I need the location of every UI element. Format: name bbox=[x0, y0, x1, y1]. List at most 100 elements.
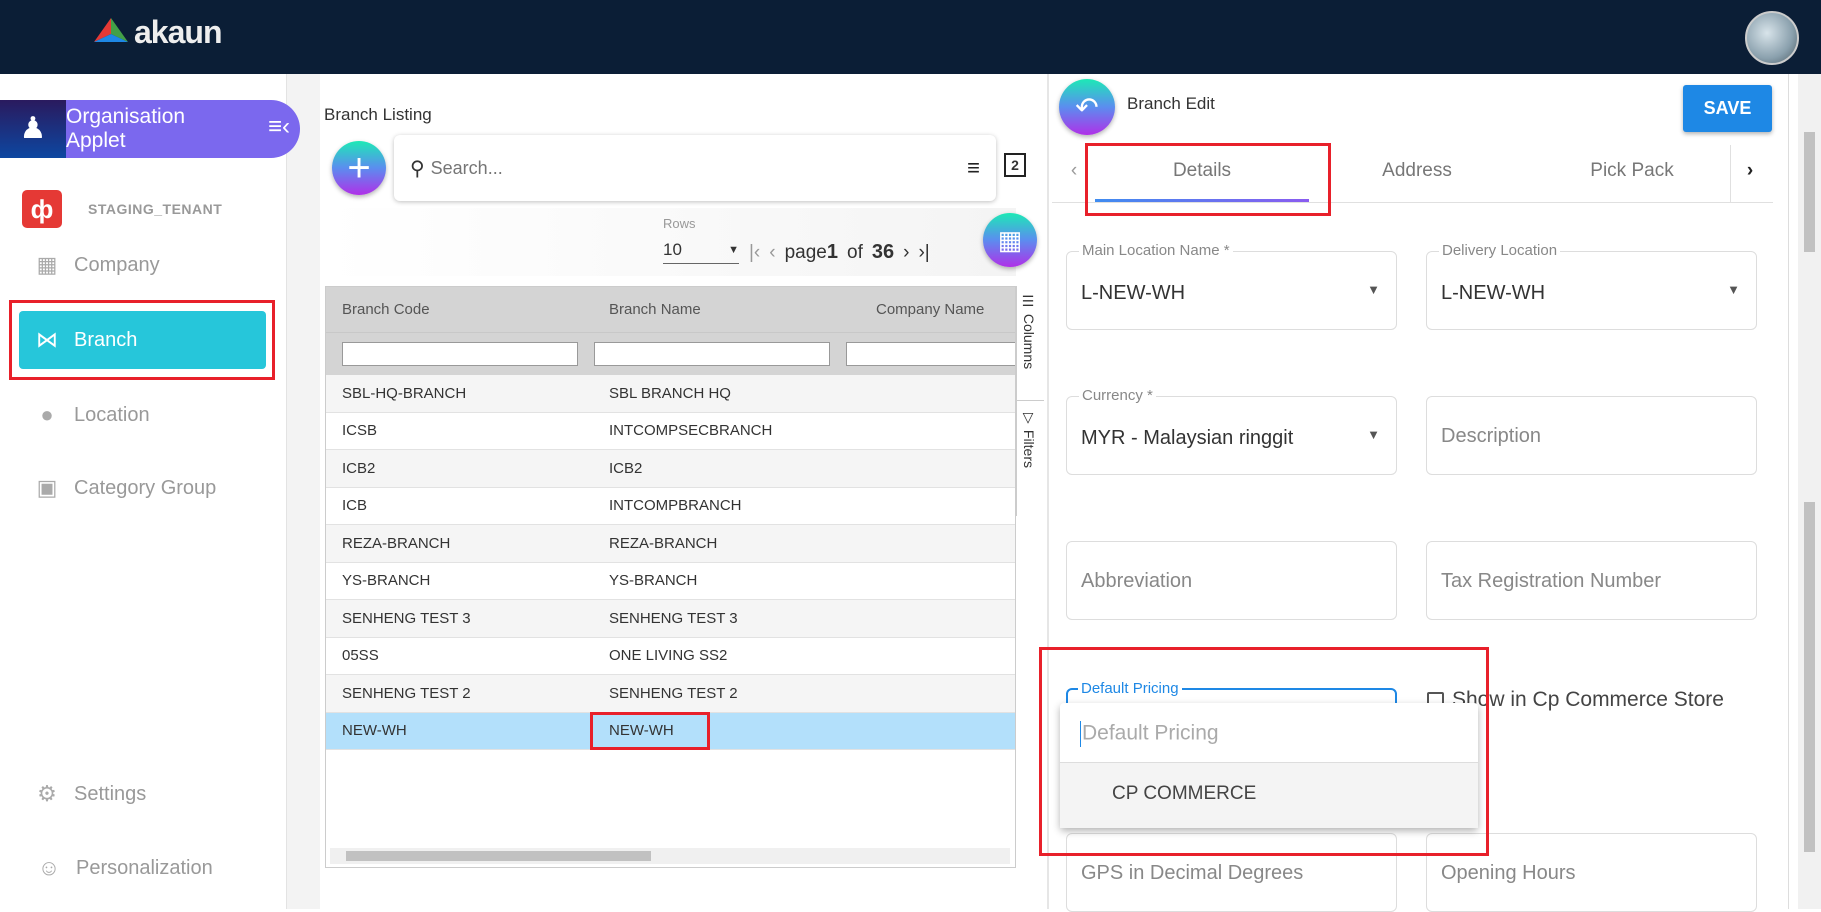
table-cell: ICB2 bbox=[609, 459, 643, 477]
applet-title: Organisation bbox=[66, 105, 186, 128]
placeholder: Abbreviation bbox=[1081, 570, 1193, 592]
column-header[interactable]: Branch Name bbox=[593, 301, 860, 318]
label: Category Group bbox=[74, 476, 217, 499]
table-cell: NEW-WH bbox=[342, 722, 407, 740]
table-cell: YS-BRANCH bbox=[342, 572, 431, 590]
table-row[interactable]: ICB2 ICB2 bbox=[326, 450, 1015, 488]
akaun-logo[interactable]: akaun bbox=[94, 14, 222, 51]
add-branch-button[interactable]: + bbox=[332, 141, 386, 195]
table-row[interactable]: SBL-HQ-BRANCH SBL BRANCH HQ bbox=[326, 375, 1015, 413]
main-location-select[interactable]: Main Location Name * L-NEW-WH ▼ bbox=[1066, 242, 1397, 330]
of-word: of bbox=[847, 241, 863, 263]
table-cell: YS-BRANCH bbox=[609, 572, 698, 590]
copy-icon[interactable]: 2 bbox=[1004, 153, 1026, 177]
dropdown-arrow-icon: ▼ bbox=[728, 243, 739, 256]
table-cell: INTCOMPSECBRANCH bbox=[609, 422, 773, 440]
table-cell: ICB2 bbox=[342, 459, 376, 477]
table-row[interactable]: YS-BRANCH YS-BRANCH bbox=[326, 563, 1015, 600]
branch-icon: ⋈ bbox=[36, 327, 58, 352]
table-cell: REZA-BRANCH bbox=[609, 534, 718, 552]
tab-pick-pack[interactable]: Pick Pack bbox=[1590, 160, 1673, 182]
description-field[interactable]: Description bbox=[1426, 396, 1757, 475]
column-header[interactable]: Company Name bbox=[860, 301, 1015, 318]
sidebar-item-personalization[interactable]: ☺ Personalization bbox=[36, 855, 213, 881]
checkbox-label: Show in Cp Commerce Store bbox=[1452, 688, 1724, 711]
field-value: MYR - Malaysian ringgit bbox=[1081, 427, 1294, 449]
filter-row bbox=[326, 332, 1015, 375]
building-icon: ▦ bbox=[36, 252, 58, 277]
tab-details[interactable]: Details bbox=[1173, 160, 1231, 182]
plus-icon: + bbox=[347, 145, 371, 190]
currency-select[interactable]: Currency * MYR - Malaysian ringgit ▼ bbox=[1066, 387, 1397, 475]
table-row[interactable]: ICSB INTCOMPSECBRANCH bbox=[326, 413, 1015, 450]
columns-tab[interactable]: ☰ Columns bbox=[1021, 294, 1037, 369]
table-cell: NEW-WH bbox=[609, 722, 674, 740]
label: Columns bbox=[1021, 313, 1037, 370]
sidebar-item-branch[interactable]: ⋈ Branch bbox=[19, 311, 266, 369]
placeholder: Description bbox=[1441, 425, 1542, 447]
grid-view-button[interactable]: ▦ bbox=[983, 213, 1037, 267]
table-cell: SBL BRANCH HQ bbox=[609, 384, 731, 402]
grid-icon: ▦ bbox=[997, 224, 1023, 255]
prev-page-icon[interactable]: ‹ bbox=[769, 242, 775, 264]
table-header: Branch Code Branch Name Company Name bbox=[326, 287, 1015, 332]
horizontal-scrollbar[interactable] bbox=[330, 848, 1010, 864]
sidebar-item-category-group[interactable]: ▣ Category Group bbox=[34, 475, 217, 501]
table-cell: SBL-HQ-BRANCH bbox=[342, 384, 467, 402]
table-row[interactable]: NEW-WH NEW-WH bbox=[326, 712, 1015, 750]
tenant-name: STAGING_TENANT bbox=[88, 201, 223, 217]
table-cell: ONE LIVING SS2 bbox=[609, 647, 728, 665]
dropdown-arrow-icon: ▼ bbox=[1367, 282, 1380, 297]
filter-input[interactable] bbox=[342, 342, 578, 366]
placeholder: Default Pricing bbox=[1082, 721, 1219, 745]
abbreviation-field[interactable]: Abbreviation bbox=[1066, 541, 1397, 620]
location-pin-icon: ● bbox=[40, 402, 54, 427]
table-cell: 05SS bbox=[342, 647, 379, 665]
column-header[interactable]: Branch Code bbox=[326, 301, 593, 318]
dropdown-search-input[interactable]: Default Pricing bbox=[1060, 703, 1478, 763]
tenant[interactable]: ф STAGING_TENANT bbox=[22, 190, 222, 228]
page-word: page bbox=[784, 242, 827, 263]
field-label: Currency * bbox=[1079, 387, 1156, 404]
filters-tab[interactable]: ▽ Filters bbox=[1021, 410, 1037, 468]
table-row[interactable]: ICB INTCOMPBRANCH bbox=[326, 488, 1015, 525]
filter-input[interactable] bbox=[846, 342, 1015, 366]
tax-registration-field[interactable]: Tax Registration Number bbox=[1426, 541, 1757, 620]
filter-input[interactable] bbox=[594, 342, 830, 366]
gear-icon: ⚙ bbox=[37, 781, 57, 806]
logo-icon bbox=[94, 17, 128, 42]
sidebar-item-settings[interactable]: ⚙ Settings bbox=[34, 781, 146, 807]
last-page-icon[interactable]: ›| bbox=[918, 242, 929, 264]
table-row[interactable]: SENHENG TEST 3 SENHENG TEST 3 bbox=[326, 600, 1015, 638]
table-row[interactable]: 05SS ONE LIVING SS2 bbox=[326, 638, 1015, 675]
search-input[interactable] bbox=[430, 157, 962, 179]
search-bar: ⚲ ≡ bbox=[394, 135, 996, 201]
table-cell: INTCOMPBRANCH bbox=[609, 497, 742, 515]
collapse-menu-icon[interactable]: ≡‹ bbox=[268, 115, 290, 139]
table-cell: REZA-BRANCH bbox=[342, 534, 451, 552]
placeholder: GPS in Decimal Degrees bbox=[1081, 862, 1304, 884]
table-row[interactable]: SENHENG TEST 2 SENHENG TEST 2 bbox=[326, 675, 1015, 713]
user-avatar[interactable] bbox=[1745, 11, 1799, 65]
back-button[interactable]: ↶ bbox=[1059, 79, 1115, 135]
tab-bar: ‹ Details Address Pick Pack › bbox=[1052, 145, 1773, 203]
vertical-scrollbar[interactable] bbox=[1798, 74, 1821, 909]
rows-select[interactable]: 10 ▼ bbox=[663, 236, 739, 264]
filter-icon[interactable]: ≡ bbox=[967, 155, 980, 181]
tab-scroll-left-icon[interactable]: ‹ bbox=[1071, 160, 1077, 182]
tab-address[interactable]: Address bbox=[1382, 160, 1452, 182]
delivery-location-select[interactable]: Delivery Location L-NEW-WH ▼ bbox=[1426, 242, 1757, 330]
sidebar-item-location[interactable]: ● Location bbox=[34, 402, 149, 428]
search-icon: ⚲ bbox=[410, 157, 425, 180]
first-page-icon[interactable]: |‹ bbox=[749, 242, 760, 264]
applet-title: Applet bbox=[66, 129, 126, 152]
table-row[interactable]: REZA-BRANCH REZA-BRANCH bbox=[326, 525, 1015, 563]
tab-scroll-right-icon[interactable]: › bbox=[1747, 160, 1753, 182]
save-button[interactable]: SAVE bbox=[1683, 85, 1772, 132]
opening-hours-field[interactable]: Opening Hours bbox=[1426, 833, 1757, 912]
next-page-icon[interactable]: › bbox=[903, 242, 909, 264]
dropdown-option[interactable]: CP COMMERCE bbox=[1060, 763, 1478, 828]
gps-field[interactable]: GPS in Decimal Degrees bbox=[1066, 833, 1397, 912]
label: Branch bbox=[74, 328, 138, 351]
sidebar-item-company[interactable]: ▦ Company bbox=[34, 252, 160, 278]
